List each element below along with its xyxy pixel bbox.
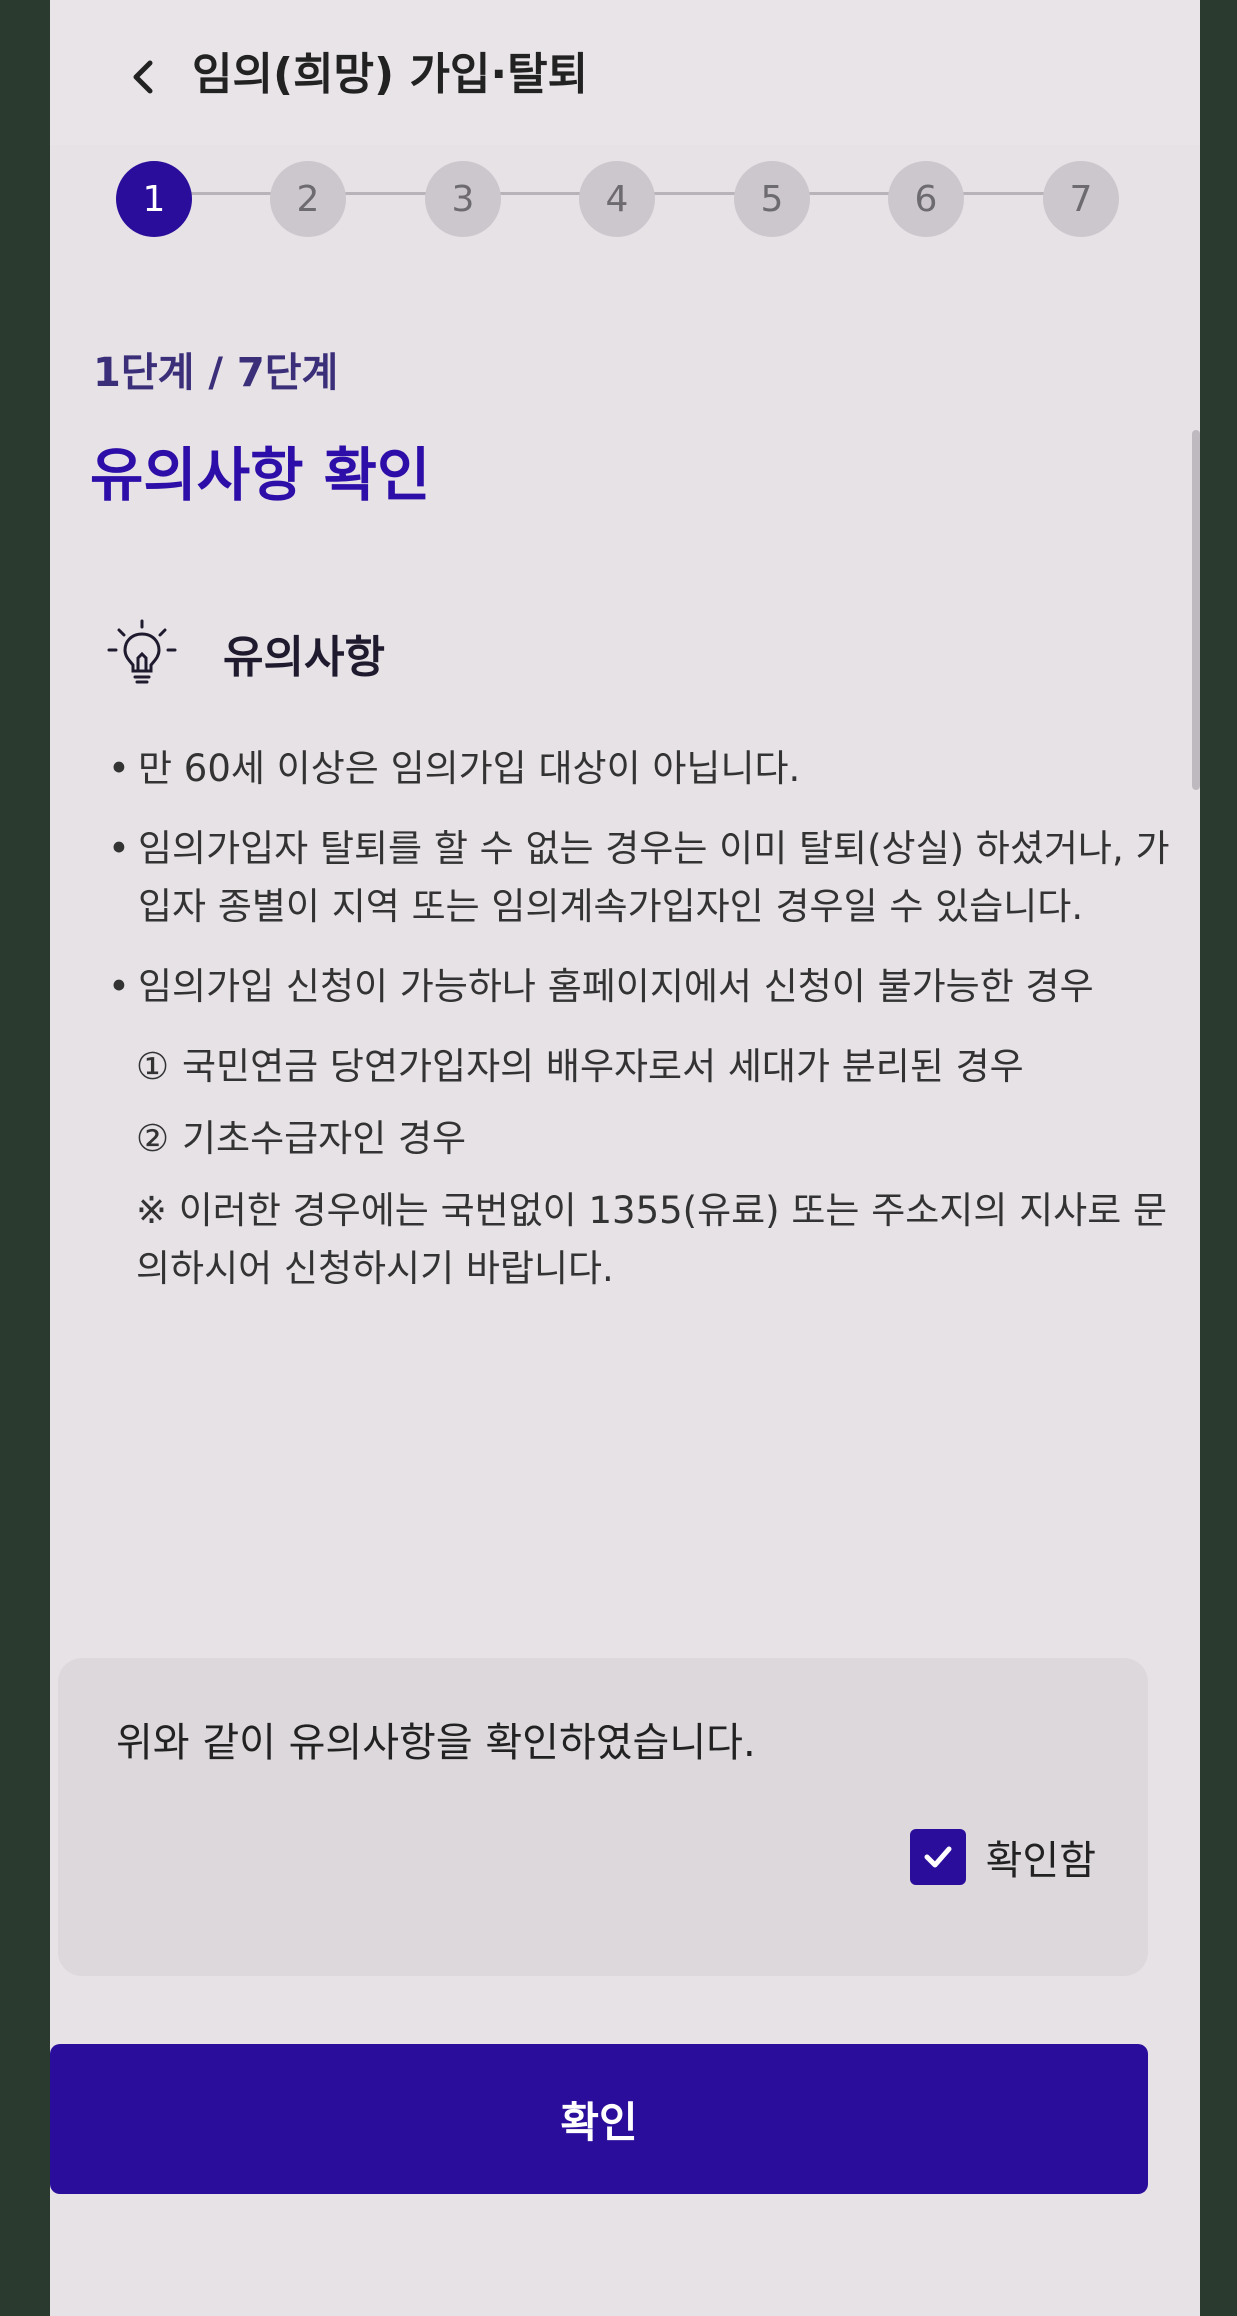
footnote: ※ 이러한 경우에는 국번없이 1355(유료) 또는 주소지의 지사로 문의하… <box>136 1189 1168 1290</box>
back-button[interactable] <box>118 42 168 112</box>
sub-item-text: 기초수급자인 경우 <box>182 1117 467 1160</box>
notice-heading: 유의사항 <box>105 608 385 698</box>
confirm-panel: 위와 같이 유의사항을 확인하였습니다. 확인함 <box>58 1658 1148 1976</box>
app-header: 임의(희망) 가입·탈퇴 <box>50 0 1200 145</box>
step-6: 6 <box>888 161 964 237</box>
screen: 임의(희망) 가입·탈퇴 1 2 3 4 5 6 7 1단계 / 7단계 유의사… <box>50 0 1200 2316</box>
sub-list-item: ② 기초수급자인 경우 <box>106 1110 1186 1168</box>
page-header-title: 임의(희망) 가입·탈퇴 <box>192 49 589 100</box>
step-7: 7 <box>1043 161 1119 237</box>
scrollbar[interactable] <box>1192 430 1200 790</box>
notice-heading-label: 유의사항 <box>223 632 385 683</box>
confirm-checkbox[interactable] <box>909 1829 966 1885</box>
step-5: 5 <box>734 161 810 237</box>
page-title: 유의사항 확인 <box>90 441 431 509</box>
notice-list: 만 60세 이상은 임의가입 대상이 아닙니다. 임의가입자 탈퇴를 할 수 없… <box>106 740 1186 1298</box>
sub-list-item: ① 국민연금 당연가입자의 배우자로서 세대가 분리된 경우 <box>106 1038 1186 1096</box>
step-4: 4 <box>579 161 655 237</box>
step-3: 3 <box>425 161 501 237</box>
step-count: 1단계 / 7단계 <box>93 350 339 396</box>
list-item: 임의가입 신청이 가능하나 홈페이지에서 신청이 불가능한 경우 <box>106 958 1186 1016</box>
checkmark-icon <box>924 1846 952 1868</box>
confirm-checkbox-label[interactable]: 확인함 <box>986 1828 1096 1886</box>
confirm-checkbox-row[interactable]: 확인함 <box>909 1828 1096 1886</box>
sub-item-text: 국민연금 당연가입자의 배우자로서 세대가 분리된 경우 <box>182 1045 1024 1088</box>
list-item: 만 60세 이상은 임의가입 대상이 아닙니다. <box>106 740 1186 798</box>
sub-item-number: ② <box>136 1117 170 1160</box>
sub-item-number: ① <box>136 1045 170 1088</box>
list-item: 임의가입자 탈퇴를 할 수 없는 경우는 이미 탈퇴(상실) 하셨거나, 가입자… <box>106 820 1186 936</box>
chevron-left-icon <box>133 60 153 94</box>
confirm-text: 위와 같이 유의사항을 확인하였습니다. <box>116 1720 756 1766</box>
step-2: 2 <box>270 161 346 237</box>
step-1: 1 <box>116 161 192 237</box>
lightbulb-icon <box>107 619 177 684</box>
confirm-button[interactable]: 확인 <box>50 2044 1148 2194</box>
progress-stepper: 1 2 3 4 5 6 7 <box>116 153 1176 237</box>
